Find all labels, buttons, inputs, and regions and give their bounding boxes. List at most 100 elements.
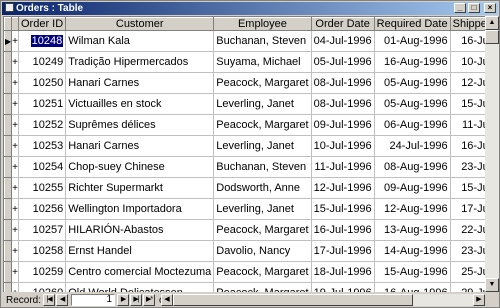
shipped-date-cell[interactable]: 16-Jul-1996	[450, 135, 485, 157]
required-date-cell[interactable]: 15-Aug-1996	[374, 261, 451, 283]
last-record-button[interactable]: ▶|	[130, 294, 143, 306]
column-header-employee[interactable]: Employee	[213, 17, 312, 31]
order-id-cell[interactable]: 10260	[18, 282, 67, 292]
record-selector[interactable]	[4, 261, 13, 283]
shipped-date-cell[interactable]: 15-Jul-1996	[450, 177, 485, 199]
employee-cell[interactable]: Leverling, Janet	[213, 198, 312, 220]
order-id-cell[interactable]: 10256	[18, 198, 67, 220]
previous-record-button[interactable]: ◀	[56, 294, 69, 306]
record-selector[interactable]	[4, 114, 13, 136]
select-all-corner[interactable]	[4, 17, 13, 31]
order-date-cell[interactable]: 16-Jul-1996	[311, 219, 375, 241]
required-date-cell[interactable]: 05-Aug-1996	[374, 93, 451, 115]
order-date-cell[interactable]: 11-Jul-1996	[311, 156, 375, 178]
required-date-cell[interactable]: 09-Aug-1996	[374, 177, 451, 199]
order-id-cell[interactable]: 10254	[18, 156, 67, 178]
order-date-cell[interactable]: 18-Jul-1996	[311, 261, 375, 283]
customer-cell[interactable]: Richter Supermarkt	[65, 177, 215, 199]
required-date-cell[interactable]: 24-Jul-1996	[374, 135, 451, 157]
next-record-button[interactable]: ▶	[117, 294, 130, 306]
current-record-field[interactable]: 1	[71, 294, 116, 306]
table-row[interactable]: +10251 Victuailles en stock Leverling, Jan…	[4, 93, 485, 115]
employee-cell[interactable]: Peacock, Margaret	[213, 114, 312, 136]
record-selector[interactable]: ▶	[4, 30, 13, 52]
required-date-cell[interactable]: 13-Aug-1996	[374, 219, 451, 241]
record-selector[interactable]	[4, 156, 13, 178]
table-row[interactable]: +10260Old World DelicatessenPeacock, Mar…	[4, 282, 485, 292]
shipped-date-cell[interactable]: 23-Jul-1996	[450, 156, 485, 178]
customer-cell[interactable]: Wilman Kala	[65, 30, 215, 52]
table-row[interactable]: +10249 Tradição Hipermercados Suyama, Mich…	[4, 51, 485, 73]
order-id-cell[interactable]: 10251	[18, 93, 67, 115]
order-date-cell[interactable]: 08-Jul-1996	[311, 93, 375, 115]
order-date-cell[interactable]: 04-Jul-1996	[311, 30, 375, 52]
shipped-date-cell[interactable]: 16-Jul-1996	[450, 30, 485, 52]
table-row[interactable]: +10257 HILARIÓN-Abastos Peacock, Margaret 1…	[4, 219, 485, 241]
record-selector[interactable]	[4, 135, 13, 157]
shipped-date-cell[interactable]: 11-Jul-1996	[450, 114, 485, 136]
shipped-date-cell[interactable]: 12-Jul-1996	[450, 72, 485, 94]
order-id-cell[interactable]: 10253	[18, 135, 67, 157]
expand-subdatasheet-button[interactable]: +	[11, 198, 19, 220]
new-record-button[interactable]: ▶*	[143, 294, 156, 306]
close-button[interactable]: ×	[484, 3, 496, 13]
required-date-cell[interactable]: 16-Aug-1996	[374, 51, 451, 73]
employee-cell[interactable]: Dodsworth, Anne	[213, 177, 312, 199]
shipped-date-cell[interactable]: 17-Jul-1996	[450, 198, 485, 220]
required-date-cell[interactable]: 05-Aug-1996	[374, 72, 451, 94]
customer-cell[interactable]: HILARIÓN-Abastos	[65, 219, 215, 241]
customer-cell[interactable]: Suprêmes délices	[65, 114, 215, 136]
table-row[interactable]: +10253 Hanari Carnes Leverling, Janet 10-Ju…	[4, 135, 485, 157]
first-record-button[interactable]: |◀	[43, 294, 56, 306]
expand-subdatasheet-button[interactable]: +	[11, 282, 19, 292]
customer-cell[interactable]: Ernst Handel	[65, 240, 215, 262]
table-row[interactable]: +10256 Wellington Importadora Leverling, J…	[4, 198, 485, 220]
record-selector[interactable]	[4, 93, 13, 115]
order-id-cell[interactable]: 10258	[18, 240, 67, 262]
table-row[interactable]: +10254 Chop-suey Chinese Buchanan, Steven 1…	[4, 156, 485, 178]
employee-cell[interactable]: Peacock, Margaret	[213, 72, 312, 94]
vertical-scroll-thumb[interactable]	[485, 30, 499, 44]
order-id-cell[interactable]: 10249	[18, 51, 67, 73]
shipped-date-cell[interactable]: 15-Jul-1996	[450, 93, 485, 115]
selected-order-id[interactable]: 10248	[30, 35, 64, 47]
order-id-cell[interactable]: 10259	[18, 261, 67, 283]
scroll-right-button[interactable]: ▶	[473, 294, 485, 306]
order-date-cell[interactable]: 15-Jul-1996	[311, 198, 375, 220]
order-id-cell[interactable]: 10248	[18, 30, 67, 52]
expand-subdatasheet-button[interactable]: +	[11, 135, 19, 157]
shipped-date-cell[interactable]: 23-Jul-1996	[450, 240, 485, 262]
expand-subdatasheet-button[interactable]: +	[11, 156, 19, 178]
employee-cell[interactable]: Leverling, Janet	[213, 93, 312, 115]
scroll-down-button[interactable]: ▼	[485, 278, 499, 292]
required-date-cell[interactable]: 08-Aug-1996	[374, 156, 451, 178]
vertical-scrollbar[interactable]: ▲ ▼	[485, 16, 499, 292]
column-header-shipped-date[interactable]: Shipped Date	[449, 17, 485, 31]
horizontal-scrollbar[interactable]: ◀ ▶	[161, 294, 485, 306]
minimize-button[interactable]: _	[454, 3, 466, 13]
employee-cell[interactable]: Peacock, Margaret	[213, 282, 312, 292]
order-date-cell[interactable]: 08-Jul-1996	[311, 72, 375, 94]
order-id-cell[interactable]: 10250	[18, 72, 67, 94]
employee-cell[interactable]: Peacock, Margaret	[213, 219, 312, 241]
table-row[interactable]: ▶ +10248 Wilman Kala Buchanan, Steven 04-Jul…	[4, 30, 485, 52]
shipped-date-cell[interactable]: 10-Jul-1996	[450, 51, 485, 73]
customer-cell[interactable]: Hanari Carnes	[65, 72, 215, 94]
shipped-date-cell[interactable]: 25-Jul-1996	[450, 261, 485, 283]
customer-cell[interactable]: Chop-suey Chinese	[65, 156, 215, 178]
title-bar[interactable]: Orders : Table _ □ ×	[2, 2, 498, 15]
column-header-customer[interactable]: Customer	[65, 17, 215, 31]
employee-cell[interactable]: Leverling, Janet	[213, 135, 312, 157]
horizontal-scroll-thumb[interactable]	[173, 294, 413, 306]
employee-cell[interactable]: Buchanan, Steven	[213, 156, 312, 178]
maximize-button[interactable]: □	[468, 3, 480, 13]
record-selector[interactable]	[4, 72, 13, 94]
expand-subdatasheet-button[interactable]: +	[11, 177, 19, 199]
customer-cell[interactable]: Tradição Hipermercados	[65, 51, 215, 73]
record-selector[interactable]	[4, 240, 13, 262]
record-selector[interactable]	[4, 219, 13, 241]
order-id-cell[interactable]: 10252	[18, 114, 67, 136]
customer-cell[interactable]: Wellington Importadora	[65, 198, 215, 220]
table-row[interactable]: +10259 Centro comercial Moctezuma Peacock,…	[4, 261, 485, 283]
order-date-cell[interactable]: 05-Jul-1996	[311, 51, 375, 73]
